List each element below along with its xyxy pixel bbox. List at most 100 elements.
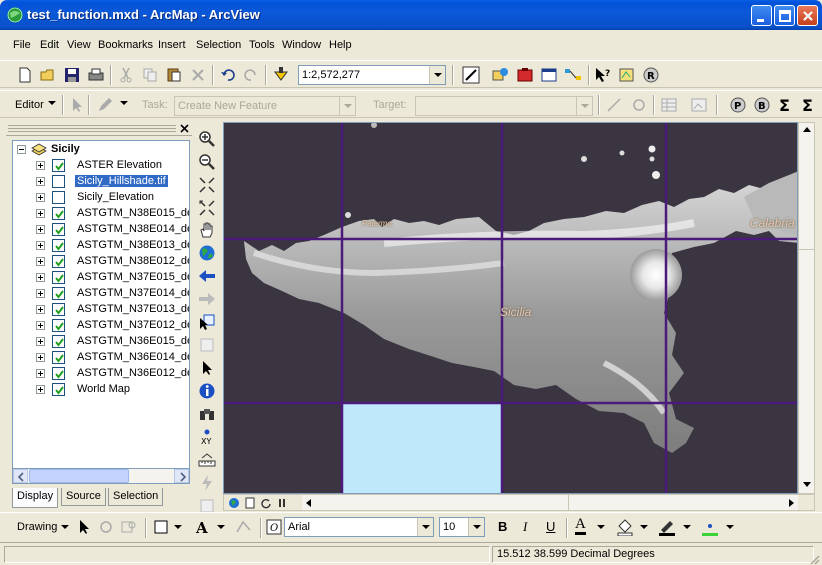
paste-icon[interactable] xyxy=(165,66,183,84)
add-data-icon[interactable] xyxy=(272,66,290,84)
map-scale-combo[interactable]: 1:2,572,277 xyxy=(298,65,446,85)
expand-icon[interactable] xyxy=(36,353,45,362)
delete-icon[interactable] xyxy=(189,66,207,84)
editor-menu[interactable]: Editor xyxy=(15,99,44,111)
pan-hand-icon[interactable] xyxy=(198,221,216,239)
layer-visibility-checkbox[interactable] xyxy=(52,175,65,188)
zoom-to-selected-icon[interactable] xyxy=(120,518,138,536)
expand-icon[interactable] xyxy=(36,225,45,234)
command-line-icon[interactable] xyxy=(540,66,558,84)
map-layout-icon[interactable] xyxy=(618,66,636,84)
minimize-button[interactable] xyxy=(751,5,772,26)
zoom-in-icon[interactable] xyxy=(198,130,216,148)
chevron-down-icon[interactable] xyxy=(596,522,606,532)
next-extent-icon[interactable] xyxy=(198,290,216,308)
chevron-down-icon[interactable] xyxy=(468,518,484,536)
new-document-icon[interactable] xyxy=(16,66,34,84)
bold-button[interactable]: B xyxy=(498,519,507,534)
chevron-left-icon[interactable] xyxy=(304,498,314,508)
italic-button[interactable]: I xyxy=(523,519,527,535)
expand-icon[interactable] xyxy=(36,289,45,298)
expand-icon[interactable] xyxy=(36,305,45,314)
full-extent-globe-icon[interactable] xyxy=(198,244,216,262)
toc-layer-row[interactable]: ASTGTM_N36E015_dem xyxy=(13,333,189,349)
layer-visibility-checkbox[interactable] xyxy=(52,367,65,380)
chevron-up-icon[interactable] xyxy=(802,125,812,135)
scroll-right-button[interactable] xyxy=(174,469,189,483)
toc-layer-row[interactable]: ASTGTM_N37E015_dem xyxy=(13,269,189,285)
expand-icon[interactable] xyxy=(36,337,45,346)
toc-layer-row[interactable]: Sicily_Hillshade.tif xyxy=(13,173,189,189)
open-folder-icon[interactable] xyxy=(39,66,57,84)
font-color-button[interactable]: A xyxy=(575,517,586,535)
layer-visibility-checkbox[interactable] xyxy=(52,303,65,316)
tab-display[interactable]: Display xyxy=(12,488,59,508)
edit-tool-icon[interactable] xyxy=(68,96,86,114)
find-binoculars-icon[interactable] xyxy=(198,405,216,423)
arccatalog-icon[interactable] xyxy=(491,66,509,84)
layer-visibility-checkbox[interactable] xyxy=(52,319,65,332)
tab-selection[interactable]: Selection xyxy=(108,488,164,506)
layer-visibility-checkbox[interactable] xyxy=(52,191,65,204)
layer-visibility-checkbox[interactable] xyxy=(52,383,65,396)
menu-selection[interactable]: Selection xyxy=(196,39,241,51)
rotate-tool-icon[interactable] xyxy=(630,96,648,114)
rectangle-icon[interactable] xyxy=(152,518,170,536)
close-button[interactable] xyxy=(797,5,818,26)
font-name-combo[interactable]: Arial xyxy=(284,517,434,537)
menu-insert[interactable]: Insert xyxy=(158,39,186,51)
toc-dataframe-row[interactable]: Sicily xyxy=(13,141,189,157)
expand-icon[interactable] xyxy=(36,161,45,170)
menu-file[interactable]: File xyxy=(13,39,31,51)
toc-layer-row[interactable]: ASTGTM_N38E014_dem xyxy=(13,221,189,237)
toc-layer-row[interactable]: World Map xyxy=(13,381,189,397)
arctoolbox-icon[interactable] xyxy=(516,66,534,84)
go-to-xy-icon[interactable]: XY xyxy=(198,428,216,446)
save-icon[interactable] xyxy=(63,66,81,84)
maximize-button[interactable] xyxy=(774,5,795,26)
chevron-down-icon[interactable] xyxy=(429,66,445,84)
toc-layer-row[interactable]: ASTGTM_N38E013_dem xyxy=(13,237,189,253)
scroll-thumb-marker[interactable] xyxy=(568,495,569,510)
font-size-combo[interactable]: 10 xyxy=(439,517,485,537)
p-plugin-icon[interactable]: P xyxy=(729,96,747,114)
attributes-icon[interactable] xyxy=(660,96,678,114)
chevron-down-icon[interactable] xyxy=(339,97,355,115)
layer-visibility-checkbox[interactable] xyxy=(52,335,65,348)
chevron-down-icon[interactable] xyxy=(639,522,649,532)
refresh-icon[interactable] xyxy=(260,497,272,509)
chevron-down-icon[interactable] xyxy=(802,479,812,489)
expand-icon[interactable] xyxy=(36,241,45,250)
r-plugin-icon[interactable]: R xyxy=(642,66,660,84)
target-combo[interactable] xyxy=(415,96,593,116)
copy-icon[interactable] xyxy=(141,66,159,84)
expand-icon[interactable] xyxy=(36,321,45,330)
toc-layer-row[interactable]: Sicily_Elevation xyxy=(13,189,189,205)
layer-visibility-checkbox[interactable] xyxy=(52,159,65,172)
zoom-out-icon[interactable] xyxy=(198,153,216,171)
chevron-down-icon[interactable] xyxy=(682,522,692,532)
fixed-zoom-out-icon[interactable] xyxy=(198,199,216,217)
b-plugin-icon[interactable]: B xyxy=(753,96,771,114)
rotate-icon[interactable] xyxy=(97,518,115,536)
toc-layer-row[interactable]: ASTGTM_N38E012_dem xyxy=(13,253,189,269)
collapse-icon[interactable] xyxy=(17,145,26,154)
toc-layer-row[interactable]: ASTGTM_N36E012_dem xyxy=(13,365,189,381)
identify-icon[interactable] xyxy=(198,382,216,400)
chevron-down-icon[interactable] xyxy=(119,98,129,108)
chevron-down-icon[interactable] xyxy=(725,522,735,532)
select-elements-icon[interactable] xyxy=(198,359,216,377)
resize-grip-icon[interactable] xyxy=(808,553,820,565)
chevron-down-icon[interactable] xyxy=(60,522,70,532)
select-features-icon[interactable] xyxy=(198,313,216,331)
split-tool-icon[interactable] xyxy=(605,96,623,114)
fixed-zoom-in-icon[interactable] xyxy=(198,176,216,194)
clear-selection-icon[interactable] xyxy=(198,336,216,354)
sketch-tool-icon[interactable] xyxy=(96,96,114,114)
layer-visibility-checkbox[interactable] xyxy=(52,351,65,364)
drawing-menu[interactable]: Drawing xyxy=(17,521,57,533)
layer-visibility-checkbox[interactable] xyxy=(52,239,65,252)
close-icon[interactable] xyxy=(180,124,189,133)
chevron-down-icon[interactable] xyxy=(576,97,592,115)
data-view-globe-icon[interactable] xyxy=(228,497,240,509)
